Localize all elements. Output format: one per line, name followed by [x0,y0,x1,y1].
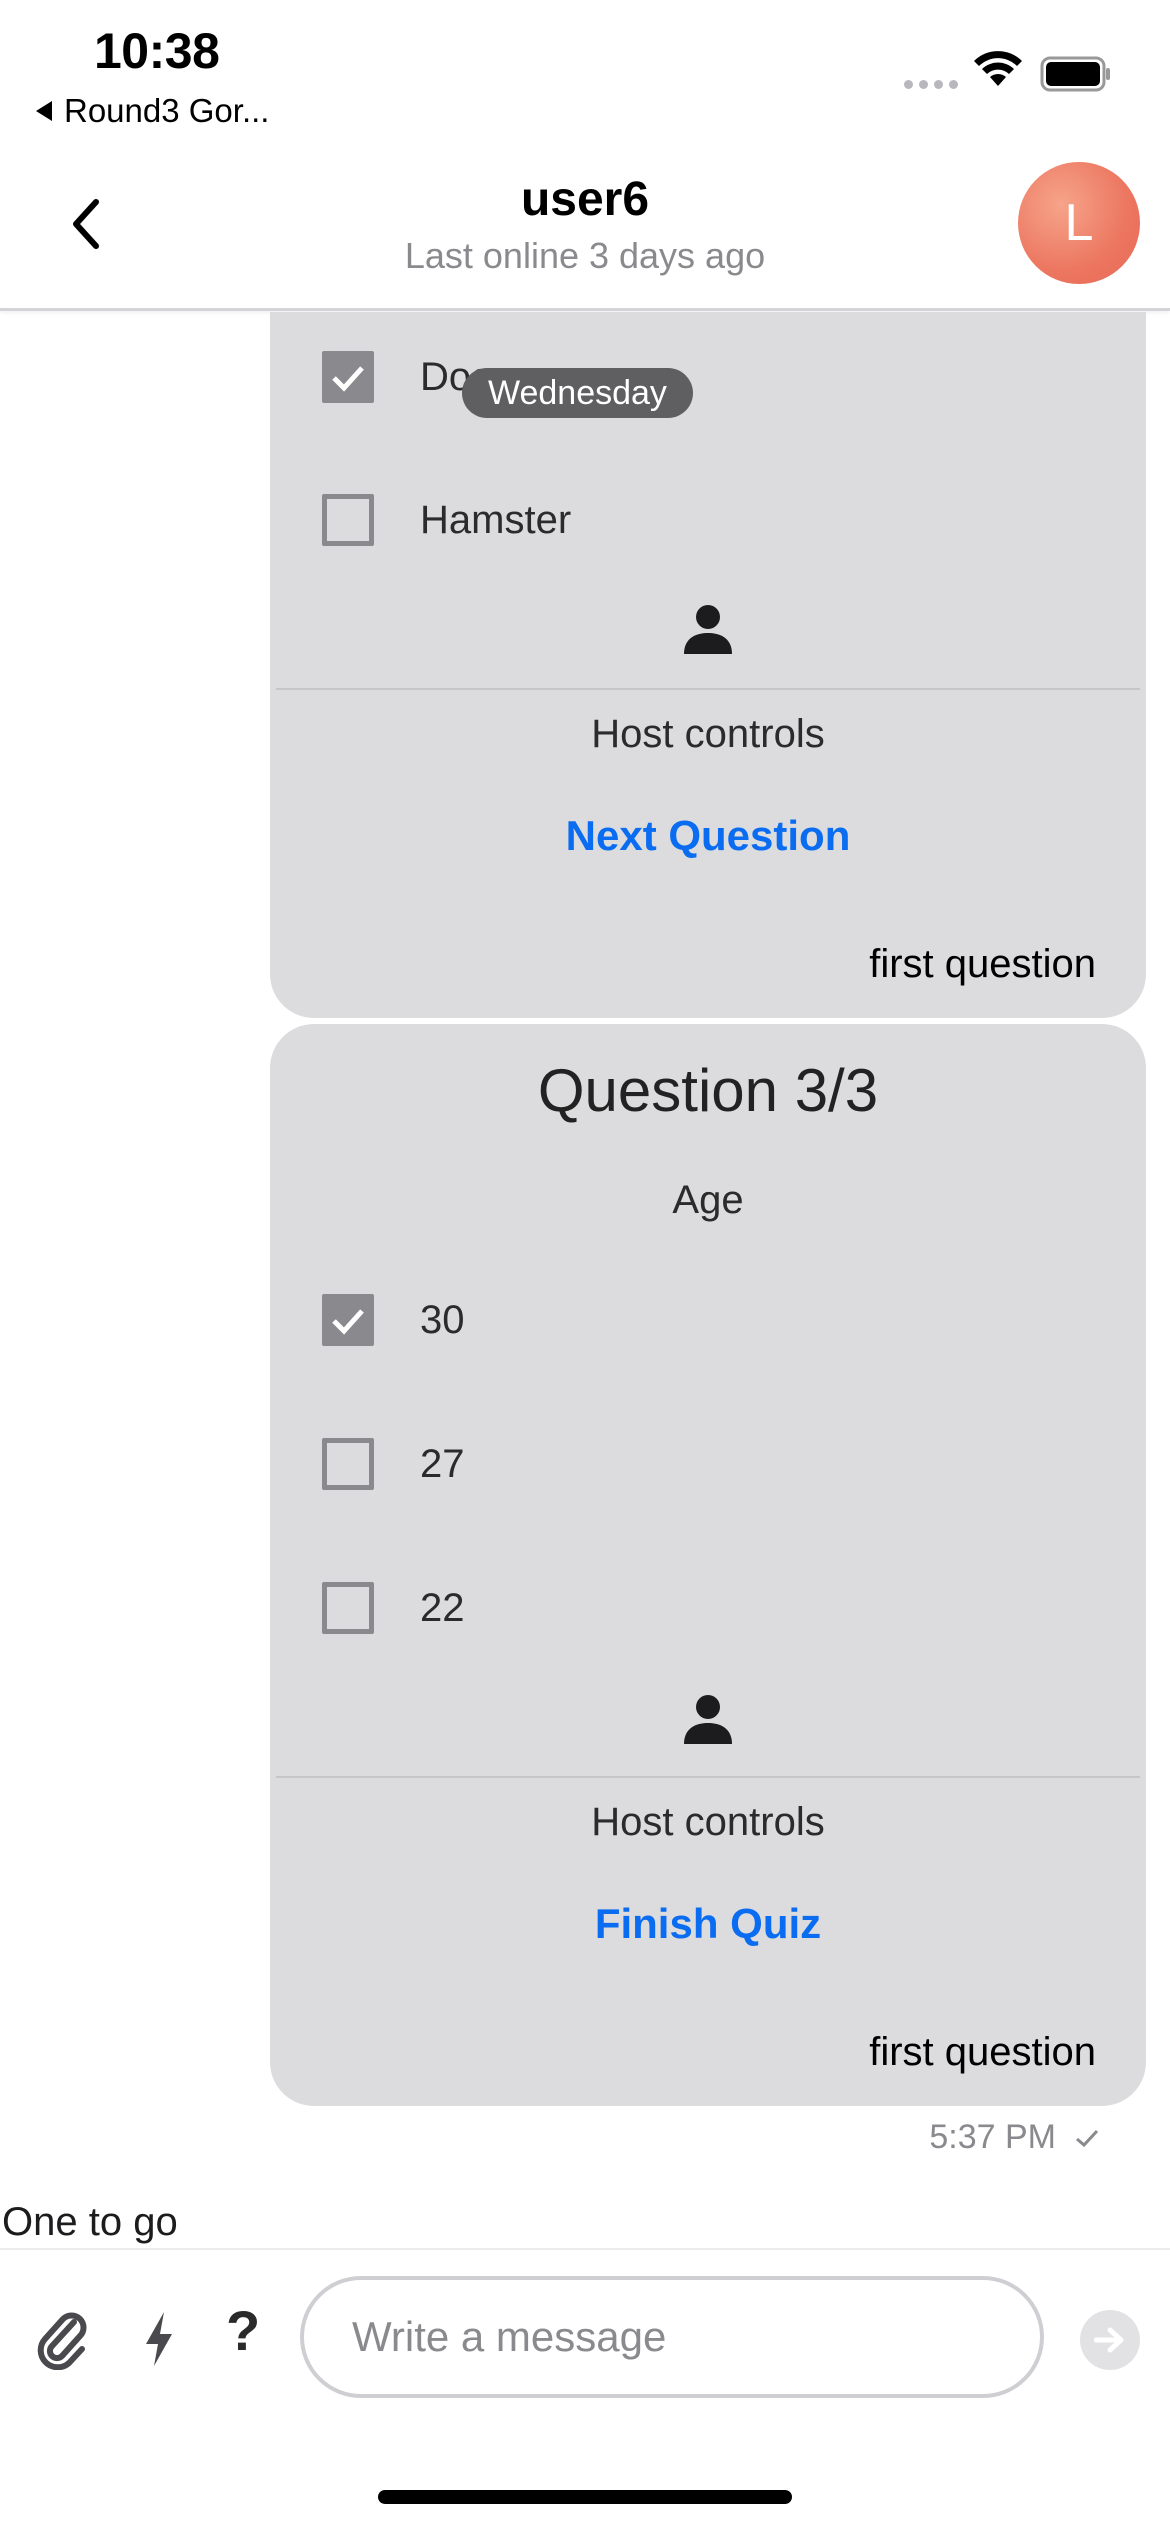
message-input[interactable] [300,2276,1044,2398]
quiz-option-label: 27 [420,1441,465,1486]
checkbox-unchecked[interactable] [322,494,374,546]
back-triangle-icon [36,101,52,121]
divider [276,688,1140,690]
quiz-option-row[interactable]: 27 [322,1438,465,1490]
checkmark-icon [332,366,364,392]
send-button[interactable] [1080,2310,1140,2370]
host-controls-label: Host controls [591,712,825,756]
quiz-option-row[interactable]: 30 [322,1294,465,1346]
checkbox-unchecked[interactable] [322,1438,374,1490]
chat-title: user6 [520,173,650,226]
battery-icon [1040,56,1110,92]
host-controls-label: Host controls [591,1800,825,1844]
question-mark-icon[interactable]: ? [226,2298,260,2363]
quiz-option-label: Hamster [420,497,572,542]
status-back-to-app[interactable]: Round3 Gor... [36,92,269,130]
arrow-right-icon [1094,2327,1124,2353]
message-caption: first question [869,2030,1096,2074]
wifi-icon [974,51,1022,86]
checkbox-checked[interactable] [322,1294,374,1346]
divider [276,1776,1140,1778]
paperclip-icon[interactable] [36,2306,90,2370]
date-separator-pill: Wednesday [462,368,693,418]
question-text: Age [672,1178,744,1222]
chat-subtitle: Last online 3 days ago [404,235,766,276]
quiz-option-label: 22 [420,1585,465,1630]
message-caption: first question [869,942,1096,986]
person-icon [684,1695,732,1744]
question-title: Question 3/3 [537,1057,879,1124]
home-indicator [378,2490,792,2504]
quiz-option-row[interactable]: 22 [322,1582,465,1634]
quiz-message-bubble [270,312,1146,1018]
next-question-button[interactable]: Next Question [270,812,1146,860]
composer-divider [0,2248,1170,2250]
sent-check-icon [1076,2129,1099,2147]
quiz-option-row[interactable]: Hamster [322,494,571,546]
status-back-app-label: Round3 Gor... [64,92,270,129]
checkmark-icon [332,1309,364,1335]
cellular-signal-icon [904,80,958,89]
checkbox-unchecked[interactable] [322,1582,374,1634]
checkbox-checked[interactable] [322,351,374,403]
message-time: 5:37 PM [929,2118,1056,2156]
status-time: 10:38 [94,23,220,79]
message-timestamp: 5:37 PM [929,2118,1100,2157]
person-icon [684,605,732,654]
avatar[interactable]: L [1018,162,1140,284]
conversation-preview-text: One to go [2,2200,178,2244]
finish-quiz-button[interactable]: Finish Quiz [270,1900,1146,1948]
avatar-initial: L [1064,194,1094,252]
lightning-icon[interactable] [142,2310,176,2368]
quiz-option-label: 30 [420,1297,465,1342]
